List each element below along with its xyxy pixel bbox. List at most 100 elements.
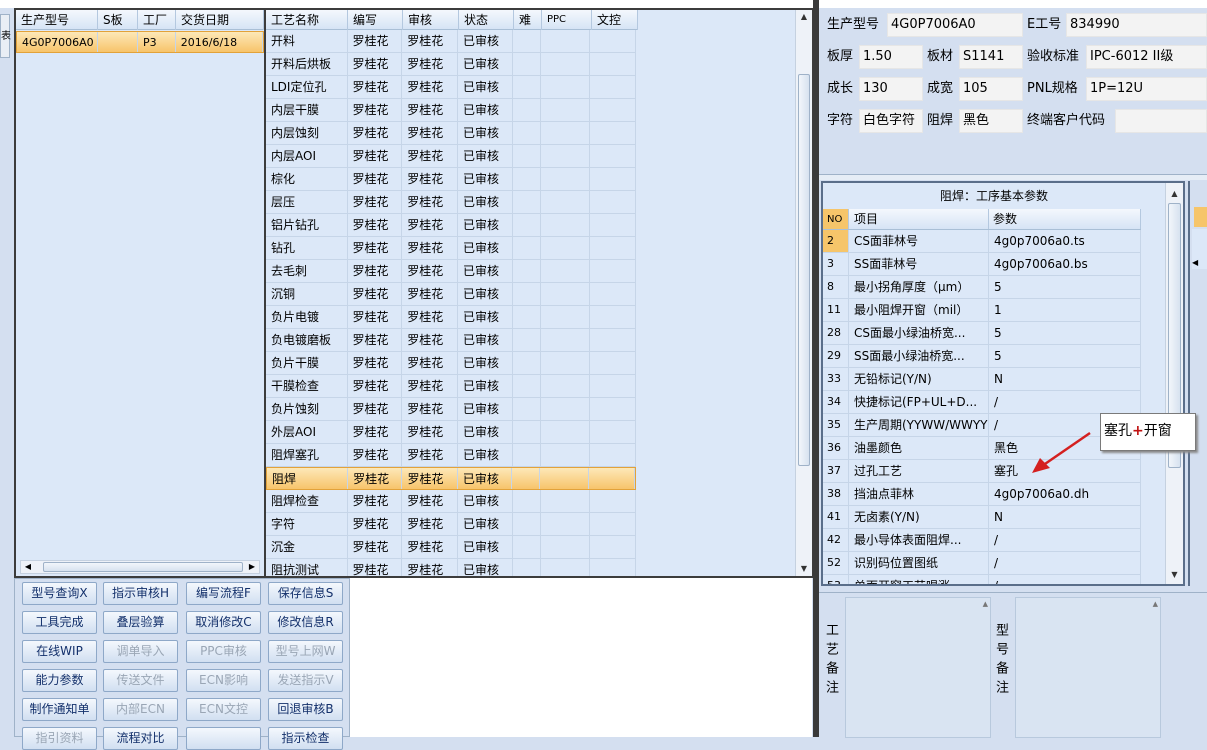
action-button-24[interactable]: 指示检查 xyxy=(268,727,343,750)
process-grid-vscroll[interactable]: ▲ ▼ xyxy=(795,10,812,576)
param-row[interactable]: 34 快捷标记(FP+UL+D... / xyxy=(823,391,1141,414)
col-header-date[interactable]: 交货日期 xyxy=(176,10,264,30)
action-button-11[interactable]: PPC审核 xyxy=(186,640,261,663)
table-row[interactable]: 阻焊检查 罗桂花 罗桂花 已审核 xyxy=(266,490,636,513)
action-button-18[interactable]: 内部ECN xyxy=(103,698,178,721)
table-row[interactable]: 外层AOI 罗桂花 罗桂花 已审核 xyxy=(266,421,636,444)
model-grid-hscroll[interactable]: ◀ ▶ xyxy=(20,560,260,574)
action-button-2[interactable]: 指示审核H xyxy=(103,582,178,605)
table-row[interactable]: 层压 罗桂花 罗桂花 已审核 xyxy=(266,191,636,214)
table-row[interactable]: 4G0P7006A0 P3 2016/6/18 xyxy=(16,31,264,53)
table-row[interactable]: 负电镀磨板 罗桂花 罗桂花 已审核 xyxy=(266,329,636,352)
e-field[interactable]: 834990 xyxy=(1066,13,1207,37)
col-header-reviewer[interactable]: 审核 xyxy=(403,10,459,30)
action-button-20[interactable]: 回退审核B xyxy=(268,698,343,721)
col-header-no[interactable]: NO xyxy=(823,209,849,229)
action-button-14[interactable]: 传送文件 xyxy=(103,669,178,692)
action-button-3[interactable]: 编写流程F xyxy=(186,582,261,605)
action-button-10[interactable]: 调单导入 xyxy=(103,640,178,663)
table-row[interactable]: 内层AOI 罗桂花 罗桂花 已审核 xyxy=(266,145,636,168)
vscroll-thumb[interactable] xyxy=(798,74,810,466)
action-button-16[interactable]: 发送指示V xyxy=(268,669,343,692)
col-header-factory[interactable]: 工厂 xyxy=(138,10,176,30)
scroll-up-icon[interactable]: ▲ xyxy=(796,10,812,24)
col-header-writer[interactable]: 编写 xyxy=(348,10,403,30)
table-row[interactable]: 沉金 罗桂花 罗桂花 已审核 xyxy=(266,536,636,559)
scroll-up-icon[interactable]: ▲ xyxy=(983,600,988,608)
scroll-right-icon[interactable]: ▶ xyxy=(245,561,259,573)
table-row[interactable]: 负片电镀 罗桂花 罗桂花 已审核 xyxy=(266,306,636,329)
action-button-1[interactable]: 型号查询X xyxy=(22,582,97,605)
param-row[interactable]: 42 最小导体表面阻焊... / xyxy=(823,529,1141,552)
table-row[interactable]: 字符 罗桂花 罗桂花 已审核 xyxy=(266,513,636,536)
col-header-param[interactable]: 参数 xyxy=(989,209,1141,229)
process-remark-field[interactable]: ▲ xyxy=(845,597,991,738)
action-button-21[interactable]: 指引资料 xyxy=(22,727,97,750)
customer-field[interactable] xyxy=(1115,109,1207,133)
table-row[interactable]: 干膜检查 罗桂花 罗桂花 已审核 xyxy=(266,375,636,398)
table-row[interactable]: 棕化 罗桂花 罗桂花 已审核 xyxy=(266,168,636,191)
scroll-down-icon[interactable]: ▼ xyxy=(1166,568,1183,582)
table-row[interactable]: LDI定位孔 罗桂花 罗桂花 已审核 xyxy=(266,76,636,99)
col-header-s[interactable]: S板 xyxy=(98,10,138,30)
action-button-9[interactable]: 在线WIP xyxy=(22,640,97,663)
col-header-status[interactable]: 状态 xyxy=(459,10,514,30)
scroll-left-icon[interactable]: ◀ xyxy=(1192,257,1207,269)
action-button-23[interactable] xyxy=(186,727,261,750)
scroll-down-icon[interactable]: ▼ xyxy=(796,562,812,576)
length-field[interactable]: 130 xyxy=(859,77,923,101)
hscroll-thumb[interactable] xyxy=(43,562,243,572)
param-row[interactable]: 3 SS面菲林号 4g0p7006a0.bs xyxy=(823,253,1141,276)
table-row[interactable]: 阻焊塞孔 罗桂花 罗桂花 已审核 xyxy=(266,444,636,467)
model-remark-field[interactable]: ▲ xyxy=(1015,597,1161,738)
col-header-model[interactable]: 生产型号 xyxy=(16,10,98,30)
table-row[interactable]: 铝片钻孔 罗桂花 罗桂花 已审核 xyxy=(266,214,636,237)
col-header-difficulty[interactable]: 难 xyxy=(514,10,542,30)
param-row[interactable]: 53 单面开窗工艺喝涨... / xyxy=(823,575,1141,584)
col-header-process[interactable]: 工艺名称 xyxy=(266,10,348,30)
width-field[interactable]: 105 xyxy=(959,77,1023,101)
table-row[interactable]: 开料后烘板 罗桂花 罗桂花 已审核 xyxy=(266,53,636,76)
param-row[interactable]: 29 SS面最小绿油桥宽... 5 xyxy=(823,345,1141,368)
action-button-12[interactable]: 型号上网W xyxy=(268,640,343,663)
action-button-22[interactable]: 流程对比 xyxy=(103,727,178,750)
table-row[interactable]: 开料 罗桂花 罗桂花 已审核 xyxy=(266,30,636,53)
col-header-doc[interactable]: 文控 xyxy=(592,10,638,30)
action-button-8[interactable]: 修改信息R xyxy=(268,611,343,634)
col-header-ppc[interactable]: PPC xyxy=(542,10,592,30)
table-row[interactable]: 阻抗测试 罗桂花 罗桂花 已审核 xyxy=(266,559,636,576)
param-row[interactable]: 41 无卤素(Y/N) N xyxy=(823,506,1141,529)
param-row[interactable]: 11 最小阻焊开窗（mil） 1 xyxy=(823,299,1141,322)
thickness-field[interactable]: 1.50 xyxy=(859,45,923,69)
table-row[interactable]: 去毛刺 罗桂花 罗桂花 已审核 xyxy=(266,260,636,283)
param-row[interactable]: 38 挡油点菲林 4g0p7006a0.dh xyxy=(823,483,1141,506)
action-button-6[interactable]: 叠层验算 xyxy=(103,611,178,634)
table-row[interactable]: 内层干膜 罗桂花 罗桂花 已审核 xyxy=(266,99,636,122)
table-row[interactable]: 钻孔 罗桂花 罗桂花 已审核 xyxy=(266,237,636,260)
table-row[interactable]: 阻焊 罗桂花 罗桂花 已审核 xyxy=(266,467,636,490)
action-button-19[interactable]: ECN文控 xyxy=(186,698,261,721)
param-row[interactable]: 2 CS面菲林号 4g0p7006a0.ts xyxy=(823,230,1141,253)
pnl-field[interactable]: 1P=12U xyxy=(1086,77,1207,101)
param-row[interactable]: 33 无铅标记(Y/N) N xyxy=(823,368,1141,391)
action-button-7[interactable]: 取消修改C xyxy=(186,611,261,634)
param-row[interactable]: 52 识别码位置图纸 / xyxy=(823,552,1141,575)
table-row[interactable]: 负片干膜 罗桂花 罗桂花 已审核 xyxy=(266,352,636,375)
material-field[interactable]: S1141 xyxy=(959,45,1023,69)
mask-field[interactable]: 黑色 xyxy=(959,109,1023,133)
action-button-15[interactable]: ECN影响 xyxy=(186,669,261,692)
scroll-up-icon[interactable]: ▲ xyxy=(1166,187,1183,201)
param-vscroll[interactable]: ▲ ▼ xyxy=(1165,183,1183,584)
action-button-5[interactable]: 工具完成 xyxy=(22,611,97,634)
model-field[interactable]: 4G0P7006A0 xyxy=(887,13,1023,37)
table-row[interactable]: 沉铜 罗桂花 罗桂花 已审核 xyxy=(266,283,636,306)
standard-field[interactable]: IPC-6012 II级 xyxy=(1086,45,1207,69)
action-button-13[interactable]: 能力参数 xyxy=(22,669,97,692)
table-row[interactable]: 内层蚀刻 罗桂花 罗桂花 已审核 xyxy=(266,122,636,145)
action-button-17[interactable]: 制作通知单 xyxy=(22,698,97,721)
char-field[interactable]: 白色字符 xyxy=(859,109,923,133)
table-row[interactable]: 负片蚀刻 罗桂花 罗桂花 已审核 xyxy=(266,398,636,421)
left-edge-tab[interactable]: 表 xyxy=(0,14,11,58)
scroll-up-icon[interactable]: ▲ xyxy=(1153,600,1158,608)
param-row[interactable]: 8 最小拐角厚度（μm） 5 xyxy=(823,276,1141,299)
